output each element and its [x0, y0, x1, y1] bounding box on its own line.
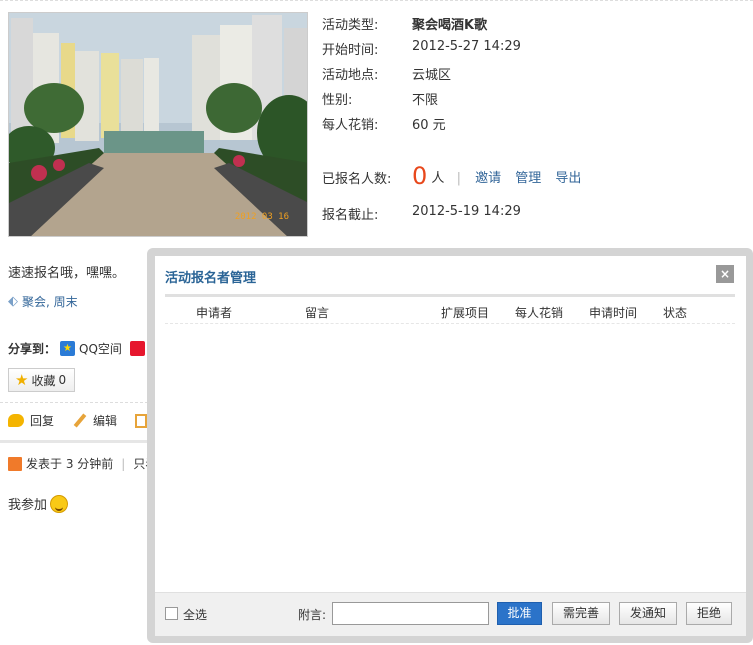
qzone-icon[interactable]: ★	[60, 341, 76, 356]
col-cost: 每人花销	[515, 306, 564, 320]
cost-value: 60 元	[412, 118, 446, 133]
signup-label: 已报名人数:	[322, 172, 392, 187]
signup-unit: 人	[431, 171, 445, 186]
manage-link[interactable]: 管理	[515, 171, 541, 186]
more-button[interactable]	[135, 413, 148, 428]
type-value: 聚会喝酒K歌	[412, 18, 488, 33]
post-body: 我参加	[8, 494, 69, 513]
tags: ⬖ 聚会, 周末	[8, 293, 78, 310]
col-status: 状态	[663, 306, 688, 320]
reply-label: 回复	[30, 414, 55, 428]
post-text: 我参加	[8, 498, 48, 513]
favorite-count: 0	[58, 373, 67, 387]
cost-label: 每人花销:	[322, 118, 379, 133]
top-divider	[0, 0, 753, 1]
pencil-icon	[72, 413, 87, 428]
col-apply-time: 申请时间	[589, 306, 638, 320]
smiley-icon	[50, 494, 69, 513]
reply-icon	[8, 414, 24, 427]
table-header: 申请者 留言 扩展项目 每人花销 申请时间 状态	[165, 298, 735, 324]
event-message: 速速报名哦，嘿嘿。	[8, 266, 126, 281]
start-label: 开始时间:	[322, 43, 379, 58]
place-value: 云城区	[412, 68, 452, 83]
user-icon[interactable]	[8, 456, 22, 471]
posted-time: 发表于 3 分钟前	[26, 457, 114, 471]
note-label: 附言:	[298, 608, 327, 622]
note-input[interactable]	[332, 602, 489, 625]
signup-value: 0 人 | 邀请 管理 导出	[412, 160, 581, 190]
signup-count: 0	[412, 162, 428, 190]
title-divider	[165, 294, 735, 297]
favorite-label: 收藏	[31, 373, 56, 388]
separator: |	[121, 456, 126, 471]
close-button[interactable]: ×	[716, 265, 734, 283]
document-icon	[135, 413, 148, 428]
notify-button[interactable]: 发通知	[619, 602, 677, 625]
col-applicant: 申请者	[196, 306, 233, 320]
select-all-label[interactable]: 全选	[183, 606, 207, 623]
reject-button[interactable]: 拒绝	[686, 602, 732, 625]
favorite-button[interactable]: ★ 收藏 0	[8, 368, 75, 392]
edit-label: 编辑	[93, 414, 118, 428]
dialog-title: 活动报名者管理	[165, 271, 257, 286]
photo-date-stamp: 2012 03 16	[234, 212, 289, 222]
post-meta: 发表于 3 分钟前 | 只看	[8, 455, 157, 472]
share-bar: 分享到： ★ QQ空间 新	[8, 340, 161, 357]
needs-more-button[interactable]: 需完善	[552, 602, 610, 625]
weibo-icon[interactable]	[129, 341, 145, 356]
dialog-footer: 全选 附言: 批准 需完善 发通知 拒绝	[155, 592, 746, 636]
invite-link[interactable]: 邀请	[475, 171, 501, 186]
select-all-checkbox[interactable]	[165, 607, 178, 620]
reply-button[interactable]: 回复	[8, 412, 54, 429]
col-message: 留言	[305, 306, 330, 320]
gender-label: 性别:	[322, 93, 353, 108]
col-extra: 扩展项目	[441, 306, 490, 320]
place-label: 活动地点:	[322, 68, 379, 83]
event-photo[interactable]: 2012 03 16	[8, 12, 308, 237]
start-value: 2012-5-27 14:29	[412, 39, 521, 54]
edit-button[interactable]: 编辑	[72, 412, 117, 429]
share-label: 分享到：	[8, 342, 57, 356]
share-qzone-link[interactable]: QQ空间	[79, 340, 122, 357]
deadline-value: 2012-5-19 14:29	[412, 204, 521, 219]
gender-value: 不限	[412, 93, 439, 108]
star-icon: ★	[15, 371, 29, 389]
export-link[interactable]: 导出	[555, 171, 581, 186]
approve-button[interactable]: 批准	[497, 602, 542, 625]
post-actions: 回复 编辑	[8, 412, 165, 429]
type-label: 活动类型:	[322, 18, 379, 33]
tag-links[interactable]: 聚会, 周末	[22, 293, 78, 310]
signup-manage-dialog: 活动报名者管理 × 申请者 留言 扩展项目 每人花销 申请时间 状态 全选 附言…	[155, 256, 746, 636]
deadline-label: 报名截止:	[322, 208, 379, 223]
photo-illustration	[9, 13, 307, 236]
tag-icon: ⬖	[8, 294, 18, 309]
separator: |	[456, 171, 461, 186]
